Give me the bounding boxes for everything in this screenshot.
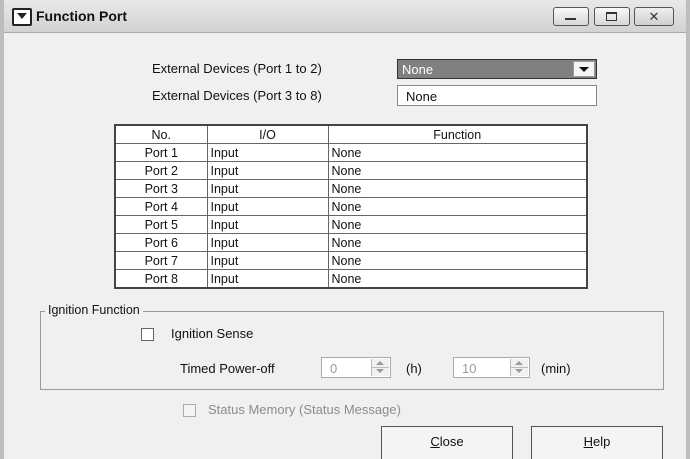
table-header-row: No. I/O Function xyxy=(114,124,588,144)
io-cell[interactable]: Input xyxy=(206,251,329,270)
column-header-function: Function xyxy=(327,124,588,144)
io-cell[interactable]: Input xyxy=(206,197,329,216)
minimize-icon[interactable] xyxy=(553,7,589,26)
external-devices-1-2-value: None xyxy=(402,62,434,77)
window-app-icon[interactable] xyxy=(12,8,32,26)
io-cell[interactable]: Input xyxy=(206,179,329,198)
function-port-dialog: Function Port ✕ External Devices (Port 1… xyxy=(0,0,690,459)
timed-power-off-label: Timed Power-off xyxy=(180,361,275,376)
table-row[interactable]: Port 6 Input None xyxy=(114,233,588,252)
external-devices-1-2-label: External Devices (Port 1 to 2) xyxy=(152,61,322,76)
port-no-cell: Port 2 xyxy=(114,161,208,180)
table-row[interactable]: Port 8 Input None xyxy=(114,269,588,289)
hours-unit-label: (h) xyxy=(406,361,422,376)
function-cell[interactable]: None xyxy=(327,179,588,198)
port-no-cell: Port 8 xyxy=(114,269,208,289)
title-bar: Function Port ✕ xyxy=(4,0,686,33)
spinner-arrows-icon[interactable] xyxy=(371,359,389,376)
io-cell[interactable]: Input xyxy=(206,161,329,180)
table-row[interactable]: Port 2 Input None xyxy=(114,161,588,180)
io-cell[interactable]: Input xyxy=(206,233,329,252)
minutes-spinner[interactable]: 10 xyxy=(453,357,530,378)
ignition-function-group: Ignition Function Ignition Sense Timed P… xyxy=(40,303,664,390)
function-cell[interactable]: None xyxy=(327,143,588,162)
spinner-arrows-icon[interactable] xyxy=(510,359,528,376)
help-button-mnemonic: H xyxy=(583,434,594,449)
port-no-cell: Port 7 xyxy=(114,251,208,270)
port-no-cell: Port 4 xyxy=(114,197,208,216)
table-row[interactable]: Port 1 Input None xyxy=(114,143,588,162)
function-cell[interactable]: None xyxy=(327,251,588,270)
column-header-io: I/O xyxy=(206,124,329,144)
port-no-cell: Port 5 xyxy=(114,215,208,234)
hours-spinner[interactable]: 0 xyxy=(321,357,391,378)
io-cell[interactable]: Input xyxy=(206,143,329,162)
function-cell[interactable]: None xyxy=(327,161,588,180)
ignition-sense-checkbox[interactable] xyxy=(141,328,154,341)
maximize-icon[interactable] xyxy=(594,7,630,26)
status-memory-checkbox[interactable] xyxy=(183,404,196,417)
function-cell[interactable]: None xyxy=(327,233,588,252)
status-memory-label: Status Memory (Status Message) xyxy=(208,402,401,417)
port-no-cell: Port 6 xyxy=(114,233,208,252)
table-row[interactable]: Port 3 Input None xyxy=(114,179,588,198)
port-no-cell: Port 1 xyxy=(114,143,208,162)
help-button-label: elp xyxy=(593,434,611,449)
table-row[interactable]: Port 7 Input None xyxy=(114,251,588,270)
minutes-unit-label: (min) xyxy=(541,361,571,376)
table-row[interactable]: Port 4 Input None xyxy=(114,197,588,216)
close-button-mnemonic: C xyxy=(430,434,440,449)
ignition-sense-label: Ignition Sense xyxy=(171,326,254,341)
port-table: No. I/O Function Port 1 Input None Port 2I… xyxy=(114,124,588,289)
table-row[interactable]: Port 5 Input None xyxy=(114,215,588,234)
chevron-down-icon[interactable] xyxy=(573,61,595,77)
function-cell[interactable]: None xyxy=(327,269,588,289)
port-no-cell: Port 3 xyxy=(114,179,208,198)
close-icon: ✕ xyxy=(648,9,660,24)
external-devices-1-2-dropdown[interactable]: None xyxy=(397,59,597,79)
io-cell[interactable]: Input xyxy=(206,269,329,289)
minutes-value: 10 xyxy=(462,361,477,376)
ignition-function-title: Ignition Function xyxy=(45,303,143,317)
close-button-label: lose xyxy=(439,434,464,449)
function-cell[interactable]: None xyxy=(327,197,588,216)
close-button[interactable]: Close xyxy=(381,426,513,459)
external-devices-3-8-field: None xyxy=(397,85,597,106)
window-title: Function Port xyxy=(36,8,127,24)
column-header-no: No. xyxy=(114,124,208,144)
hours-value: 0 xyxy=(330,361,338,376)
close-window-button[interactable]: ✕ xyxy=(634,7,674,26)
external-devices-3-8-label: External Devices (Port 3 to 8) xyxy=(152,88,322,103)
help-button[interactable]: Help xyxy=(531,426,663,459)
io-cell[interactable]: Input xyxy=(206,215,329,234)
function-cell[interactable]: None xyxy=(327,215,588,234)
external-devices-3-8-value: None xyxy=(406,89,438,104)
